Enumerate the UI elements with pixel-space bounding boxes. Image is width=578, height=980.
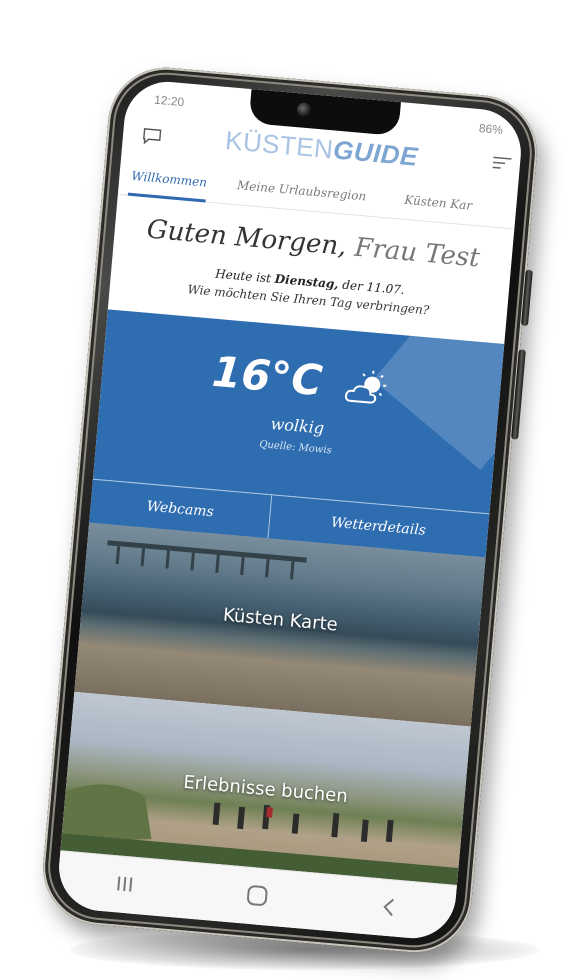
- active-tab-indicator: [127, 192, 206, 203]
- date-suffix: der 11.07.: [341, 277, 406, 298]
- date-prefix: Heute ist: [214, 266, 272, 286]
- tab-kuesten-karte[interactable]: Küsten Kar: [404, 193, 473, 213]
- status-time: 12:20: [153, 92, 185, 110]
- weather-temperature: 16°C: [210, 346, 325, 406]
- home-icon[interactable]: [241, 881, 273, 910]
- tab-willkommen[interactable]: Willkommen: [131, 169, 208, 190]
- tab-meine-urlaubsregion[interactable]: Meine Urlaubsregion: [237, 178, 367, 203]
- partly-cloudy-icon: [345, 370, 387, 404]
- logo-light: KÜSTEN: [224, 125, 335, 165]
- weather-panel: 16°C wolkig Quelle: Mowis: [92, 309, 505, 514]
- recent-apps-icon[interactable]: [109, 870, 141, 899]
- phone-device: 12:20 86% KÜSTENGUIDE Willkommen Meine U…: [38, 62, 542, 958]
- front-camera-icon: [296, 102, 312, 118]
- greeting-hello: Guten Morgen,: [145, 214, 348, 262]
- filter-menu-icon[interactable]: [491, 154, 512, 172]
- greeting-name: Frau Test: [353, 232, 481, 274]
- logo-bold: GUIDE: [332, 134, 420, 172]
- date-weekday: Dienstag,: [274, 271, 340, 292]
- back-icon[interactable]: [374, 893, 406, 922]
- status-battery: 86%: [478, 121, 504, 138]
- kuesten-karte-card[interactable]: Küsten Karte: [74, 522, 486, 727]
- phone-screen: 12:20 86% KÜSTENGUIDE Willkommen Meine U…: [55, 78, 525, 942]
